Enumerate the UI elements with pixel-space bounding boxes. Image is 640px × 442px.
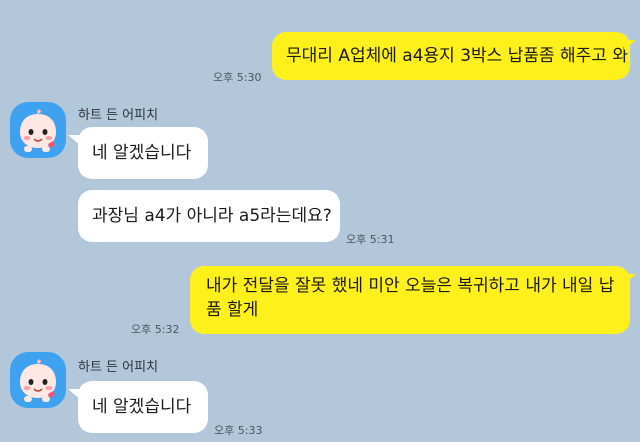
message-time: 오후 5:32 xyxy=(131,323,180,336)
message-time: 오후 5:31 xyxy=(346,233,395,246)
message-time: 오후 5:33 xyxy=(214,424,263,437)
bubble-tail xyxy=(68,389,80,399)
message-text: 내가 전달을 잘못 했네 미안 오늘은 복귀하고 내가 내일 납품 할게 xyxy=(206,276,615,320)
profile-avatar[interactable] xyxy=(10,102,66,158)
apeach-character-icon xyxy=(20,109,56,152)
their-message-bubble[interactable]: 네 알겠습니다 xyxy=(78,127,208,179)
my-message-bubble[interactable]: 내가 전달을 잘못 했네 미안 오늘은 복귀하고 내가 내일 납품 할게 xyxy=(190,266,630,334)
message-text: 무대리 A업체에 a4용지 3박스 납품좀 해주고 와 xyxy=(286,46,628,66)
message-text: 네 알겠습니다 xyxy=(92,397,192,417)
bubble-tail xyxy=(68,135,80,145)
my-message-bubble[interactable]: 무대리 A업체에 a4용지 3박스 납품좀 해주고 와 xyxy=(272,32,630,80)
profile-avatar[interactable] xyxy=(10,352,66,408)
chat-area: 무대리 A업체에 a4용지 3박스 납품좀 해주고 와 오후 5:30 하트 든… xyxy=(0,0,640,442)
their-message-bubble[interactable]: 과장님 a4가 아니라 a5라는데요? xyxy=(78,190,340,242)
their-message-bubble[interactable]: 네 알겠습니다 xyxy=(78,381,208,433)
bubble-tail xyxy=(624,274,636,284)
message-text: 과장님 a4가 아니라 a5라는데요? xyxy=(92,206,332,226)
bubble-tail xyxy=(624,40,636,50)
message-text: 네 알겠습니다 xyxy=(92,143,192,163)
sender-name: 하트 든 어피치 xyxy=(78,108,159,123)
message-time: 오후 5:30 xyxy=(213,71,262,84)
sender-name: 하트 든 어피치 xyxy=(78,360,159,375)
apeach-character-icon xyxy=(20,359,56,402)
